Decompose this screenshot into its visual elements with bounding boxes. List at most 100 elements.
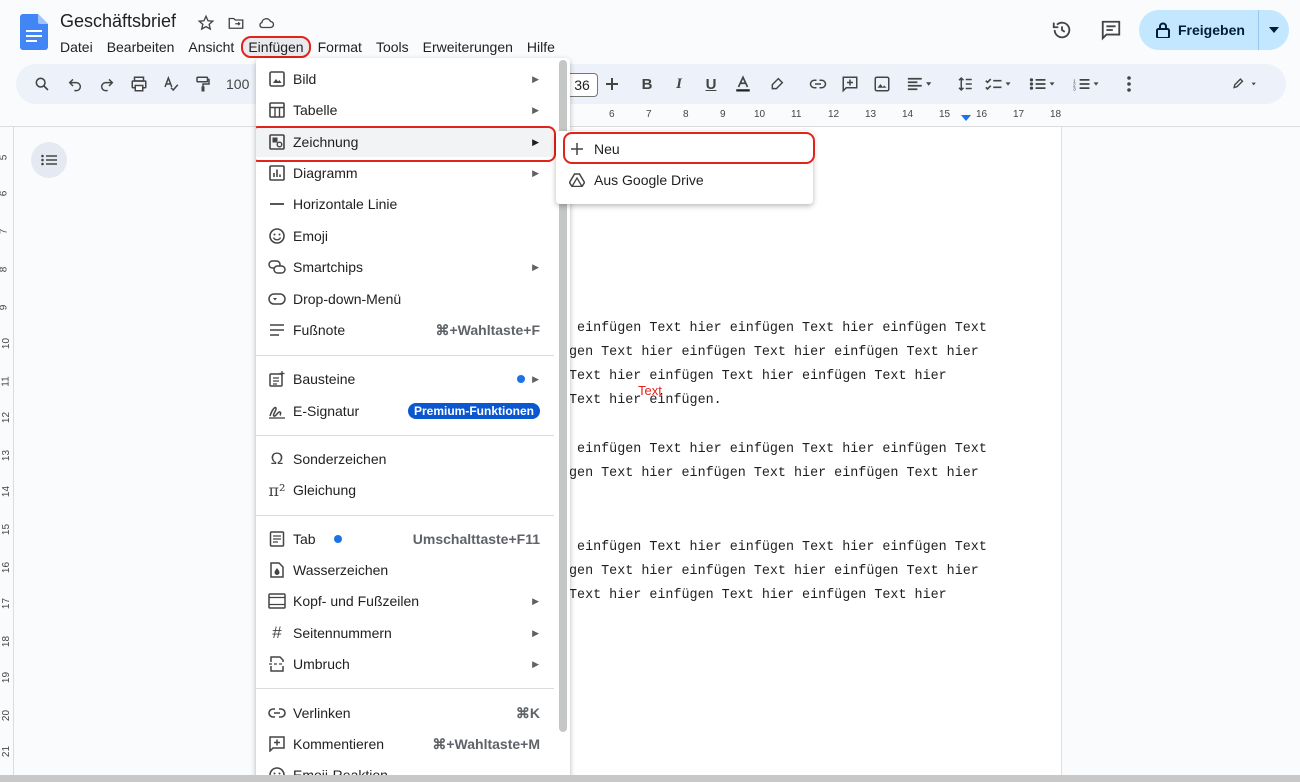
omega-icon: Ω: [270, 449, 284, 468]
menu-tools[interactable]: Tools: [369, 36, 416, 58]
document-outline-icon[interactable]: [31, 142, 67, 178]
menu-item-building-blocks[interactable]: Bausteine ▶: [256, 364, 554, 394]
document-line: einfügen Text hier einfügen Text hier ei…: [569, 442, 987, 457]
menu-item-special-characters[interactable]: Ω Sonderzeichen: [256, 444, 554, 474]
align-icon[interactable]: [906, 70, 934, 98]
checklist-icon[interactable]: [985, 70, 1013, 98]
menu-divider: [256, 355, 554, 356]
tab-icon: [268, 530, 286, 548]
menu-edit[interactable]: Bearbeiten: [100, 36, 182, 58]
menu-divider: [256, 515, 554, 516]
menu-format[interactable]: Format: [311, 36, 369, 58]
undo-icon[interactable]: [61, 70, 89, 98]
submenu-arrow-icon: ▶: [532, 595, 539, 606]
horizontal-ruler[interactable]: 6 7 8 9 10 11 12 13 14 15 16 17 18: [556, 105, 1062, 125]
document-title[interactable]: Geschäftsbrief: [60, 11, 176, 32]
menu-item-equation[interactable]: π² Gleichung: [256, 475, 554, 505]
submenu-arrow-icon: ▶: [532, 627, 539, 638]
menu-item-watermark[interactable]: Wasserzeichen: [256, 555, 554, 585]
chart-icon: [268, 164, 286, 182]
menu-item-comment[interactable]: Kommentieren ⌘+Wahltaste+M: [256, 729, 554, 759]
header-footer-icon: [268, 592, 286, 610]
document-line: einfügen Text hier einfügen Text hier ei…: [569, 540, 987, 555]
new-drawing-highlight: [563, 132, 815, 164]
menu-item-image[interactable]: Bild ▶: [256, 64, 554, 94]
paint-format-icon[interactable]: [189, 70, 217, 98]
menu-item-e-signature[interactable]: E-Signatur Premium-Funktionen: [256, 396, 554, 426]
premium-badge: Premium-Funktionen: [407, 403, 540, 419]
more-icon[interactable]: [1115, 70, 1143, 98]
menu-item-smartchips[interactable]: Smartchips ▶: [256, 252, 554, 282]
line-spacing-icon[interactable]: [951, 70, 979, 98]
document-line: gen Text hier einfügen Text hier einfüge…: [569, 564, 979, 579]
document-line: einfügen Text hier einfügen Text hier ei…: [569, 321, 987, 336]
menu-item-horizontal-line[interactable]: Horizontale Linie: [256, 189, 554, 219]
drive-icon: [568, 171, 586, 189]
numbered-list-icon[interactable]: 123: [1073, 70, 1101, 98]
add-comment-icon[interactable]: [836, 70, 864, 98]
document-line: Text hier einfügen Text hier einfügen Te…: [569, 369, 947, 384]
building-blocks-icon: [268, 370, 286, 388]
share-button: Freigeben: [1139, 10, 1289, 50]
menu-view[interactable]: Ansicht: [181, 36, 241, 58]
drawing-icon: [268, 133, 286, 151]
svg-text:3: 3: [1073, 87, 1076, 92]
horizontal-line-icon: [268, 195, 286, 213]
menu-divider: [256, 435, 554, 436]
menu-help[interactable]: Hilfe: [520, 36, 562, 58]
menu-insert[interactable]: Einfügen: [241, 36, 311, 58]
red-annotation-text: Text: [638, 383, 662, 398]
menu-item-table[interactable]: Tabelle ▶: [256, 95, 554, 125]
print-icon[interactable]: [125, 70, 153, 98]
spellcheck-icon[interactable]: [157, 70, 185, 98]
submenu-item-from-drive[interactable]: Aus Google Drive: [556, 165, 813, 195]
horizontal-scrollbar[interactable]: [0, 775, 1300, 782]
menu-item-break[interactable]: Umbruch ▶: [256, 649, 554, 679]
menu-item-page-numbers[interactable]: # Seitennummern ▶: [256, 618, 554, 648]
increase-font-icon[interactable]: [598, 70, 626, 98]
menu-extensions[interactable]: Erweiterungen: [416, 36, 520, 58]
star-icon[interactable]: [196, 13, 216, 33]
highlight-icon[interactable]: [763, 70, 791, 98]
comments-icon[interactable]: [1091, 10, 1131, 50]
watermark-icon: [268, 561, 286, 579]
image-icon: [268, 70, 286, 88]
menu-item-drawing[interactable]: Zeichnung ▶: [256, 126, 556, 162]
text-color-icon[interactable]: [729, 70, 757, 98]
lock-icon: [1156, 22, 1170, 38]
zoom-select[interactable]: 100: [226, 76, 249, 92]
bullet-list-icon[interactable]: [1029, 70, 1057, 98]
insert-image-icon[interactable]: [868, 70, 896, 98]
font-size-input[interactable]: 36: [566, 73, 598, 97]
document-line: gen Text hier einfügen Text hier einfüge…: [569, 466, 979, 481]
link-icon[interactable]: [804, 70, 832, 98]
new-feature-dot: [334, 535, 342, 543]
menu-item-emoji[interactable]: Emoji: [256, 221, 554, 251]
bold-icon[interactable]: B: [633, 70, 661, 98]
vertical-ruler[interactable]: 5 6 7 8 9 10 11 12 13 14 15 16 17 18 19 …: [0, 126, 14, 782]
submenu-arrow-icon: ▶: [532, 373, 539, 384]
menu-item-chart[interactable]: Diagramm ▶: [256, 158, 554, 188]
menu-item-header-footer[interactable]: Kopf- und Fußzeilen ▶: [256, 586, 554, 616]
move-folder-icon[interactable]: [226, 13, 246, 33]
smartchips-icon: [268, 258, 286, 276]
menu-item-link[interactable]: Verlinken ⌘K: [256, 698, 554, 728]
share-dropdown-icon[interactable]: [1259, 27, 1289, 33]
right-indent-marker[interactable]: [961, 115, 971, 121]
comment-add-icon: [268, 735, 286, 753]
cloud-status-icon[interactable]: [256, 13, 276, 33]
emoji-icon: [268, 227, 286, 245]
underline-icon[interactable]: U: [697, 70, 725, 98]
version-history-icon[interactable]: [1042, 10, 1082, 50]
menu-file[interactable]: Datei: [53, 36, 100, 58]
italic-icon[interactable]: I: [665, 70, 693, 98]
submenu-arrow-icon: ▶: [532, 73, 539, 84]
docs-logo[interactable]: [20, 14, 48, 50]
redo-icon[interactable]: [93, 70, 121, 98]
menu-item-dropdown[interactable]: Drop-down-Menü: [256, 284, 554, 314]
menu-item-footnote[interactable]: Fußnote ⌘+Wahltaste+F: [256, 315, 554, 345]
editing-mode-icon[interactable]: [1232, 70, 1260, 98]
search-icon[interactable]: [28, 70, 56, 98]
insert-menu: Bild ▶ Tabelle ▶ Zeichnung ▶ Diagramm ▶ …: [256, 58, 570, 782]
menu-item-tab[interactable]: Tab Umschalttaste+F11: [256, 524, 554, 554]
